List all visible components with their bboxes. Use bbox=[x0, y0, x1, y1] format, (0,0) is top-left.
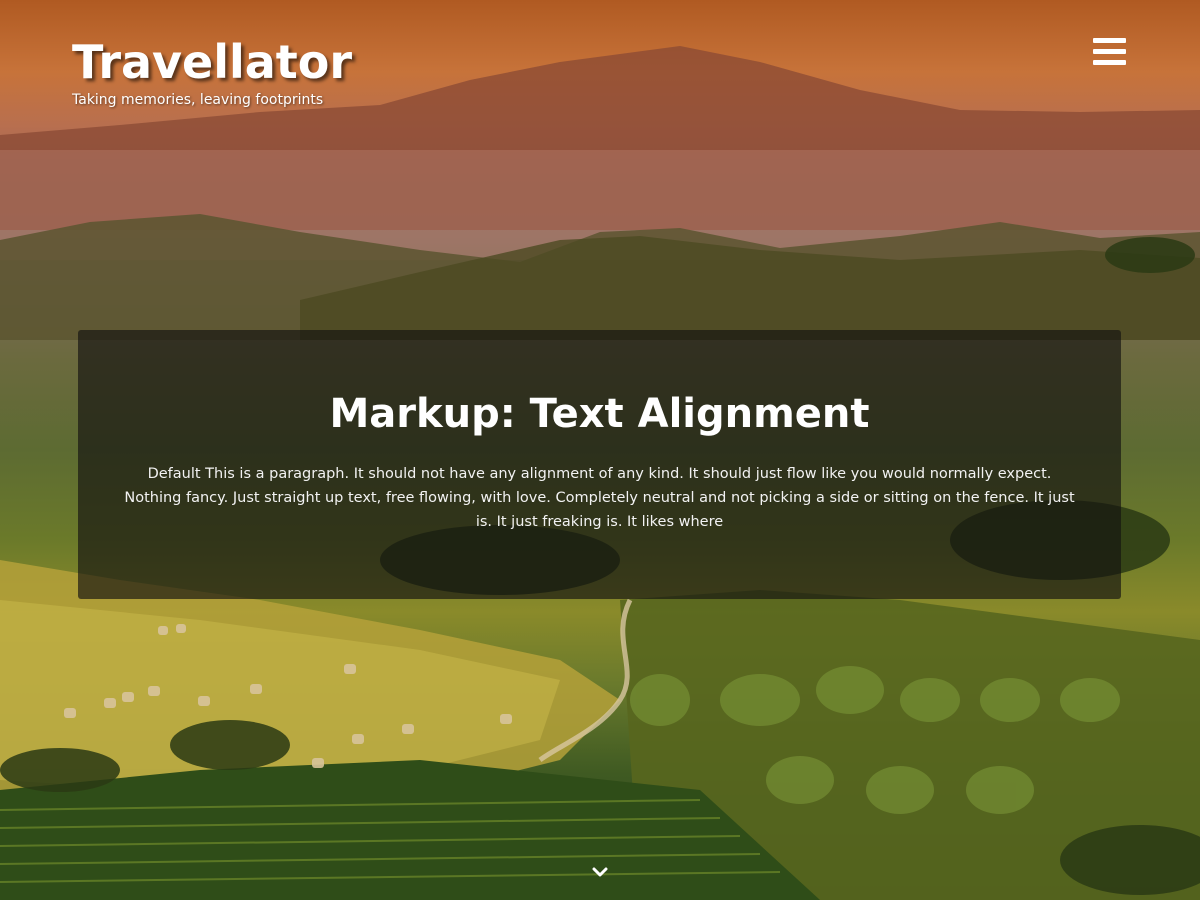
menu-bar bbox=[1093, 49, 1126, 54]
hamburger-menu-icon[interactable] bbox=[1093, 38, 1126, 66]
post-title[interactable]: Markup: Text Alignment bbox=[118, 388, 1081, 440]
featured-post-card[interactable]: Markup: Text Alignment Default This is a… bbox=[78, 330, 1121, 599]
site-tagline: Taking memories, leaving footprints bbox=[72, 92, 324, 108]
post-excerpt: Default This is a paragraph. It should n… bbox=[124, 466, 1075, 530]
menu-bar bbox=[1093, 60, 1126, 65]
menu-bar bbox=[1093, 38, 1126, 43]
chevron-down-icon[interactable] bbox=[592, 866, 608, 878]
site-branding: Travellator Taking memories, leaving foo… bbox=[72, 34, 352, 108]
site-title[interactable]: Travellator bbox=[72, 34, 352, 90]
hero-banner: Travellator Taking memories, leaving foo… bbox=[0, 0, 1200, 900]
